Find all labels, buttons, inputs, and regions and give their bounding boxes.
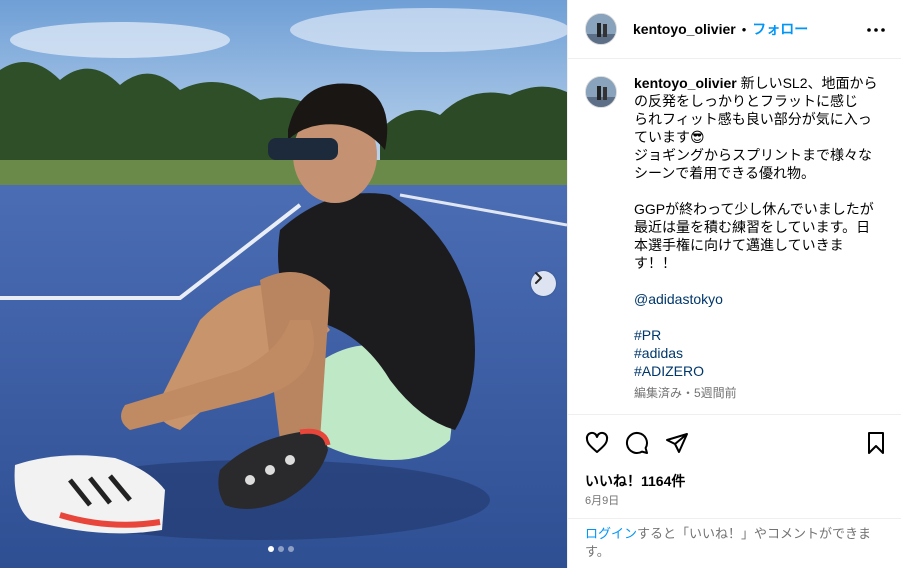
hashtag-link[interactable]: #adidas [634, 344, 884, 362]
carousel-indicator [268, 546, 294, 552]
hashtag-link[interactable]: #PR [634, 326, 884, 344]
chevron-right-icon [535, 272, 542, 284]
post-caption: kentoyo_olivier 新しいSL2、地面から の反発をしっかりとフラッ… [585, 74, 890, 402]
post-date[interactable]: 6月9日 [585, 492, 619, 508]
caption-line: ジョギングからスプリントまで様々な [634, 147, 872, 163]
username-link[interactable]: kentoyo_olivier [633, 21, 736, 37]
photo-illustration [0, 0, 567, 568]
carousel-next-button[interactable] [531, 271, 556, 296]
caption-text: kentoyo_olivier 新しいSL2、地面から の反発をしっかりとフラッ… [634, 74, 884, 402]
mention-link[interactable]: @adidastokyo [634, 290, 884, 308]
like-count[interactable]: いいね！1164件 [585, 471, 685, 491]
bookmark-icon[interactable] [864, 431, 888, 455]
avatar-image [586, 77, 616, 107]
follow-button[interactable]: フォロー [752, 19, 808, 39]
carousel-dot [268, 546, 274, 552]
avatar[interactable] [585, 13, 617, 45]
carousel-dot [278, 546, 284, 552]
caption-username[interactable]: kentoyo_olivier [634, 75, 737, 91]
caption-line: の反発をしっかりとフラットに感じ [634, 93, 858, 109]
avatar[interactable] [585, 76, 617, 108]
caption-line: られフィット感も良い部分が気に入っ [634, 111, 872, 127]
caption-line: ています😎 [634, 129, 705, 145]
caption-line: 本選手権に向けて邁進していきま [634, 237, 844, 253]
hashtag-link[interactable]: #ADIZERO [634, 362, 884, 380]
caption-text-line: 新しいSL2、地面から [740, 75, 878, 91]
caption-line: GGPが終わって少し休んでいましたが [634, 201, 874, 217]
separator: • [741, 21, 747, 37]
carousel-dot [288, 546, 294, 552]
more-options-icon[interactable] [866, 20, 886, 40]
post-photo[interactable] [0, 0, 567, 568]
post-header: kentoyo_olivier • フォロー [568, 0, 901, 59]
caption-line: kentoyo_olivier 新しいSL2、地面から [634, 74, 884, 92]
caption-meta: 編集済み・5週間前 [634, 386, 737, 400]
post-actions: いいね！1164件 6月9日 [568, 414, 901, 514]
login-prompt: ログインすると「いいね！」やコメントができます。 [568, 518, 901, 561]
avatar-image [586, 14, 616, 44]
comment-icon[interactable] [625, 431, 649, 455]
caption-line: シーンで着用できる優れ物。 [634, 165, 816, 181]
caption-line: 最近は量を積む練習をしています。日 [634, 219, 871, 235]
login-link[interactable]: ログイン [585, 526, 637, 541]
share-icon[interactable] [665, 431, 689, 455]
post-side-panel: kentoyo_olivier • フォロー kentoyo_olivier 新… [567, 0, 901, 568]
caption-line: す！！ [634, 255, 676, 271]
action-icons [585, 431, 689, 455]
heart-icon[interactable] [585, 431, 609, 455]
